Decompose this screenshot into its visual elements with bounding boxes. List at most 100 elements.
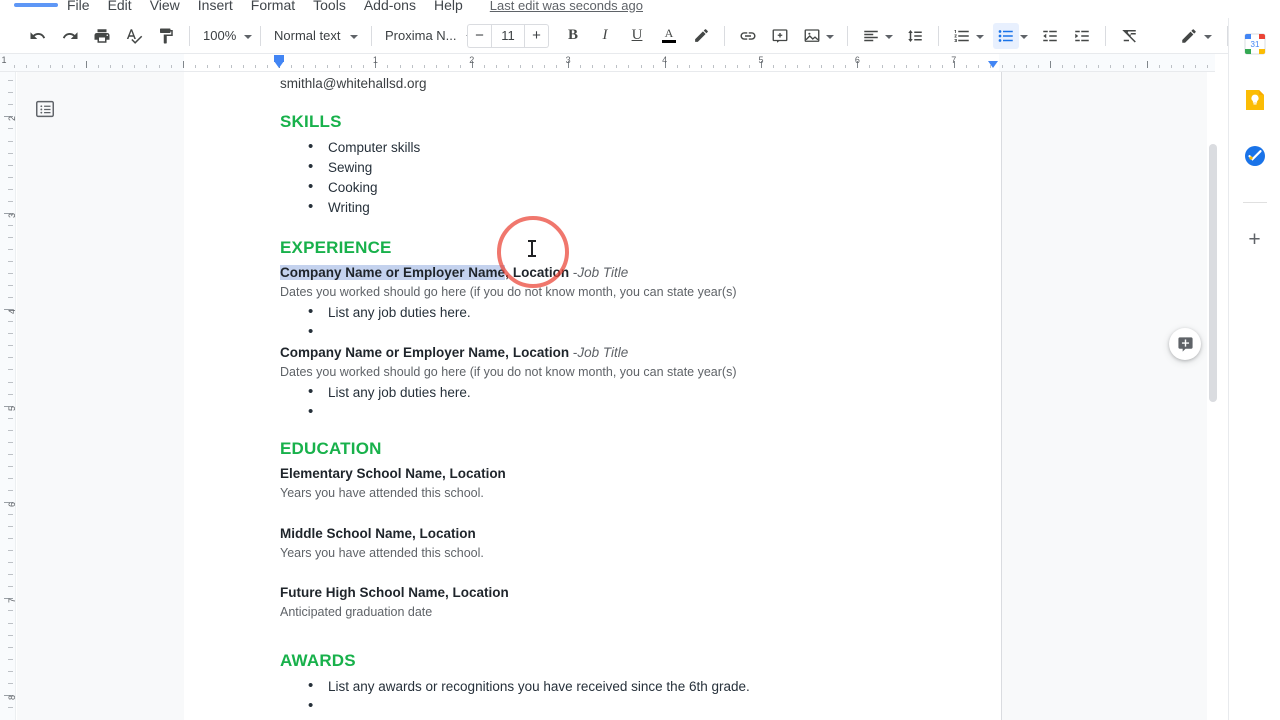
awards-list[interactable]: List any awards or recognitions you have… [280,676,920,717]
ruler-tick [821,65,823,68]
chevron-down-icon[interactable] [826,34,834,39]
chevron-down-icon[interactable] [976,34,984,39]
list-item[interactable]: Writing [280,197,920,218]
ruler-tick [8,634,13,636]
editing-mode-pencil-icon[interactable] [1176,23,1202,49]
bulleted-list-icon[interactable] [993,22,1019,49]
menu-bar: File Edit View Insert Format Tools Add-o… [0,0,1280,18]
menu-item-insert[interactable]: Insert [189,0,242,13]
list-item[interactable]: Sewing [280,157,920,178]
google-tasks-icon[interactable] [1243,144,1267,168]
chevron-down-icon[interactable] [1204,34,1212,39]
menu-item-file[interactable]: File [58,0,99,13]
undo-icon[interactable] [25,23,51,49]
line-spacing-icon[interactable] [902,23,928,49]
bold-button[interactable]: B [560,23,586,49]
last-edit-status[interactable]: Last edit was seconds ago [490,0,643,13]
ruler-tick [339,65,341,68]
ruler-tick [62,65,64,68]
vertical-scrollbar[interactable] [1207,72,1219,720]
skills-list[interactable]: Computer skills Sewing Cooking Writing [280,137,920,218]
font-size-decrease-button[interactable]: − [467,23,491,48]
chevron-down-icon[interactable] [885,34,893,39]
add-comment-fab[interactable] [1169,328,1201,360]
font-size-increase-button[interactable]: + [525,23,549,48]
menu-item-edit[interactable]: Edit [99,0,141,13]
increase-indent-icon[interactable] [1069,23,1095,49]
font-size-input[interactable]: 11 [491,23,525,48]
paragraph-style-select[interactable]: Normal text [268,23,364,49]
ruler-number: 6 [7,502,16,508]
list-item[interactable] [280,402,920,423]
chevron-down-icon [350,34,359,39]
ruler-tick [785,65,787,68]
add-comment-icon[interactable] [767,23,793,49]
school-name: Elementary School Name, Location [280,466,506,481]
spellcheck-icon[interactable] [121,23,147,49]
horizontal-ruler[interactable]: 1 2 3 4 5 6 7 1 [0,54,1215,72]
list-item[interactable]: Computer skills [280,137,920,158]
experience-entry-title[interactable]: Company Name or Employer Name, Location -… [280,345,920,360]
highlight-icon[interactable] [688,23,714,49]
numbered-list-icon[interactable] [949,23,975,49]
scrollbar-thumb[interactable] [1209,144,1217,402]
list-item[interactable]: List any job duties here. [280,382,920,403]
ruler-tick [1002,65,1003,68]
section-heading-education: EDUCATION [280,439,382,458]
document-outline-icon[interactable] [32,96,58,122]
ruler-number: 7 [951,55,957,65]
clear-formatting-icon[interactable] [1116,23,1142,49]
ruler-tick [8,176,13,178]
ruler-tick [483,65,485,68]
google-calendar-icon[interactable]: 31 [1243,32,1267,56]
paint-format-icon[interactable] [153,23,179,49]
document-canvas[interactable]: smithla@whitehallsd.org SKILLS Computer … [184,72,1215,720]
document-page[interactable]: smithla@whitehallsd.org SKILLS Computer … [184,72,1002,720]
ruler-number: 2 [469,55,475,65]
menu-item-view[interactable]: View [141,0,189,13]
section-heading-awards: AWARDS [280,651,356,670]
experience-duties-list[interactable]: List any job duties here. [280,302,920,343]
italic-button[interactable]: I [592,23,618,49]
menu-item-tools[interactable]: Tools [304,0,355,13]
list-item[interactable] [280,322,920,343]
ruler-tick [881,65,883,68]
experience-duties-list[interactable]: List any job duties here. [280,382,920,423]
ruler-tick [1098,65,1100,68]
experience-entry-title[interactable]: Company Name or Employer Name, Location -… [280,265,920,280]
align-left-icon[interactable] [858,23,884,49]
font-family-select[interactable]: Proxima N... [379,23,474,49]
google-keep-icon[interactable] [1243,88,1267,112]
ruler-tick [1038,65,1040,68]
menu-item-format[interactable]: Format [242,0,304,13]
chevron-down-icon[interactable] [1020,34,1028,39]
right-indent-marker[interactable] [988,61,998,68]
ruler-tick [8,465,13,467]
decrease-indent-icon[interactable] [1037,23,1063,49]
text-color-button[interactable]: A [656,23,682,49]
left-indent-marker[interactable] [274,61,284,68]
selected-text[interactable]: Company Name or Employer Name [280,265,506,280]
menu-item-help[interactable]: Help [425,0,472,13]
ruler-tick [8,429,13,431]
redo-icon[interactable] [57,23,83,49]
ruler-tick [507,65,509,68]
ruler-tick [544,65,546,68]
insert-image-icon[interactable] [799,23,825,49]
print-icon[interactable] [89,23,115,49]
zoom-level-select[interactable]: 100% [197,23,253,49]
menu-item-addons[interactable]: Add-ons [355,0,425,13]
ruler-tick [158,65,160,68]
underline-button[interactable]: U [624,23,650,49]
list-item[interactable]: List any job duties here. [280,302,920,323]
section-heading-experience: EXPERIENCE [280,238,392,257]
list-item[interactable]: List any awards or recognitions you have… [280,676,920,697]
list-item[interactable]: Cooking [280,177,920,198]
list-item[interactable] [280,696,920,717]
link-icon[interactable] [735,23,761,49]
font-size-stepper[interactable]: − 11 + [467,23,549,48]
add-side-panel-app-button[interactable]: + [1248,229,1260,250]
document-body[interactable]: smithla@whitehallsd.org SKILLS Computer … [280,72,920,717]
ruler-number: 5 [7,405,16,411]
toolbar: 100% Normal text Proxima N... − 11 + B I… [0,18,1280,54]
